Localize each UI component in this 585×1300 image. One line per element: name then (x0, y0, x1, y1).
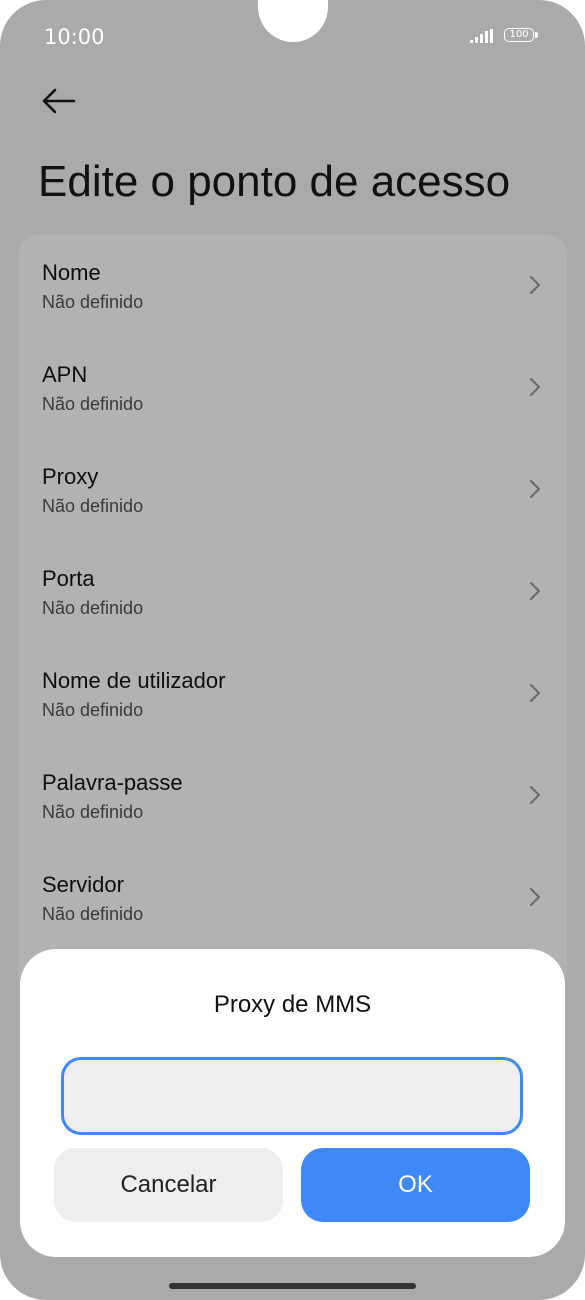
settings-list: Nome Não definido APN Não definido Proxy… (18, 234, 567, 994)
settings-item-value: Não definido (42, 496, 144, 516)
settings-item-porta[interactable]: Porta Não definido (18, 540, 567, 640)
settings-item-label: Porta (42, 566, 95, 591)
arrow-left-icon[interactable] (40, 86, 76, 116)
settings-item-value: Não definido (42, 292, 144, 312)
mms-proxy-dialog: Proxy de MMS Cancelar OK (20, 949, 565, 1257)
settings-item-label: Servidor (42, 872, 124, 897)
settings-item-label: Nome (42, 260, 101, 285)
settings-item-value: Não definido (42, 598, 144, 618)
settings-item-apn[interactable]: APN Não definido (18, 336, 567, 436)
settings-item-label: Proxy (42, 464, 99, 489)
phone-screen: 10:00 100 Edite o ponto de acesso Nome N… (0, 0, 585, 1300)
chevron-right-icon (530, 378, 540, 396)
battery-level: 100 (509, 29, 529, 40)
chevron-right-icon (530, 480, 540, 498)
settings-item-label: Nome de utilizador (42, 668, 226, 693)
settings-item-servidor[interactable]: Servidor Não definido (18, 846, 567, 946)
settings-item-value: Não definido (42, 904, 144, 924)
status-bar: 10:00 100 (0, 0, 585, 70)
chevron-right-icon (530, 276, 540, 294)
settings-item-nome[interactable]: Nome Não definido (18, 234, 567, 334)
settings-item-value: Não definido (42, 802, 144, 822)
battery-icon: 100 (504, 28, 534, 42)
status-time: 10:00 (44, 25, 105, 49)
battery-tip (535, 32, 538, 38)
settings-item-label: APN (42, 362, 88, 387)
chevron-right-icon (530, 582, 540, 600)
settings-item-username[interactable]: Nome de utilizador Não definido (18, 642, 567, 742)
settings-item-proxy[interactable]: Proxy Não definido (18, 438, 567, 538)
chevron-right-icon (530, 888, 540, 906)
ok-button[interactable]: OK (301, 1148, 530, 1222)
dialog-title: Proxy de MMS (213, 991, 372, 1018)
page-title: Edite o ponto de acesso (38, 157, 511, 206)
signal-icon (470, 29, 493, 43)
settings-item-value: Não definido (42, 700, 144, 720)
chevron-right-icon (530, 786, 540, 804)
chevron-right-icon (530, 684, 540, 702)
mms-proxy-input[interactable] (61, 1057, 523, 1135)
home-indicator[interactable] (169, 1283, 416, 1289)
settings-item-label: Palavra-passe (42, 770, 183, 795)
cancel-button[interactable]: Cancelar (54, 1148, 283, 1222)
settings-item-value: Não definido (42, 394, 144, 414)
settings-item-password[interactable]: Palavra-passe Não definido (18, 744, 567, 844)
